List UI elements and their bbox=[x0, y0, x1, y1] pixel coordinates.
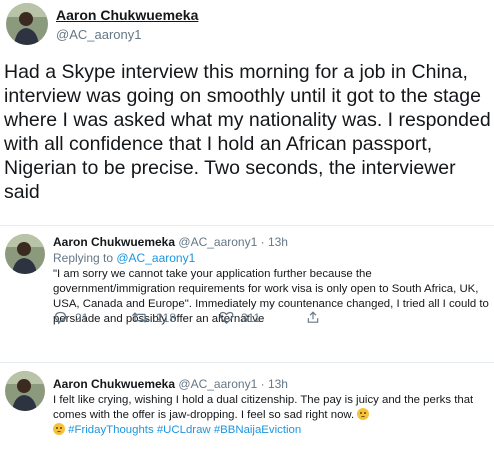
reply-header: Aaron Chukwuemeka @AC_aarony1 · 13h bbox=[53, 377, 288, 391]
author-meta: @AC_aarony1 · 13h bbox=[178, 235, 288, 249]
replying-to: Replying to @AC_aarony1 bbox=[53, 251, 195, 265]
reply-text: I felt like crying, wishing I hold a dua… bbox=[53, 393, 490, 438]
reply-header: Aaron Chukwuemeka @AC_aarony1 · 13h bbox=[53, 235, 288, 249]
reply-icon bbox=[54, 311, 67, 325]
heart-icon bbox=[219, 311, 234, 324]
replying-prefix: Replying to bbox=[53, 251, 117, 265]
crying-face-emoji bbox=[53, 423, 65, 435]
author-handle[interactable]: @AC_aarony1 bbox=[56, 27, 141, 42]
divider bbox=[0, 225, 494, 226]
avatar[interactable] bbox=[5, 234, 45, 274]
retweet-button[interactable]: 218 bbox=[131, 310, 176, 325]
retweet-icon bbox=[132, 312, 148, 323]
like-count: 311 bbox=[241, 310, 261, 325]
author-name[interactable]: Aaron Chukwuemeka bbox=[56, 7, 198, 23]
reply-button[interactable]: 21 bbox=[53, 310, 88, 325]
replying-handle-link[interactable]: @AC_aarony1 bbox=[116, 251, 195, 265]
hashtag-link[interactable]: #UCLdraw bbox=[157, 424, 211, 436]
share-button[interactable] bbox=[306, 310, 320, 325]
reply-count: 21 bbox=[75, 310, 89, 325]
author-name[interactable]: Aaron Chukwuemeka bbox=[53, 377, 175, 391]
retweet-count: 218 bbox=[156, 310, 177, 325]
avatar[interactable] bbox=[5, 371, 45, 411]
hashtag-link[interactable]: #BBNaijaEviction bbox=[214, 424, 301, 436]
author-meta: @AC_aarony1 · 13h bbox=[178, 377, 288, 391]
tweet-text: Had a Skype interview this morning for a… bbox=[4, 61, 491, 203]
hashtag-link[interactable]: #FridayThoughts bbox=[68, 424, 153, 436]
tweet-actions: 21 218 311 bbox=[53, 310, 353, 330]
reply-body: I felt like crying, wishing I hold a dua… bbox=[53, 394, 474, 421]
share-icon bbox=[307, 311, 319, 323]
divider bbox=[0, 362, 494, 363]
main-tweet: Aaron Chukwuemeka @AC_aarony1 Had a Skyp… bbox=[0, 0, 494, 224]
author-name[interactable]: Aaron Chukwuemeka bbox=[53, 235, 175, 249]
like-button[interactable]: 311 bbox=[219, 310, 260, 325]
crying-face-emoji bbox=[357, 408, 370, 420]
avatar[interactable] bbox=[6, 3, 48, 45]
